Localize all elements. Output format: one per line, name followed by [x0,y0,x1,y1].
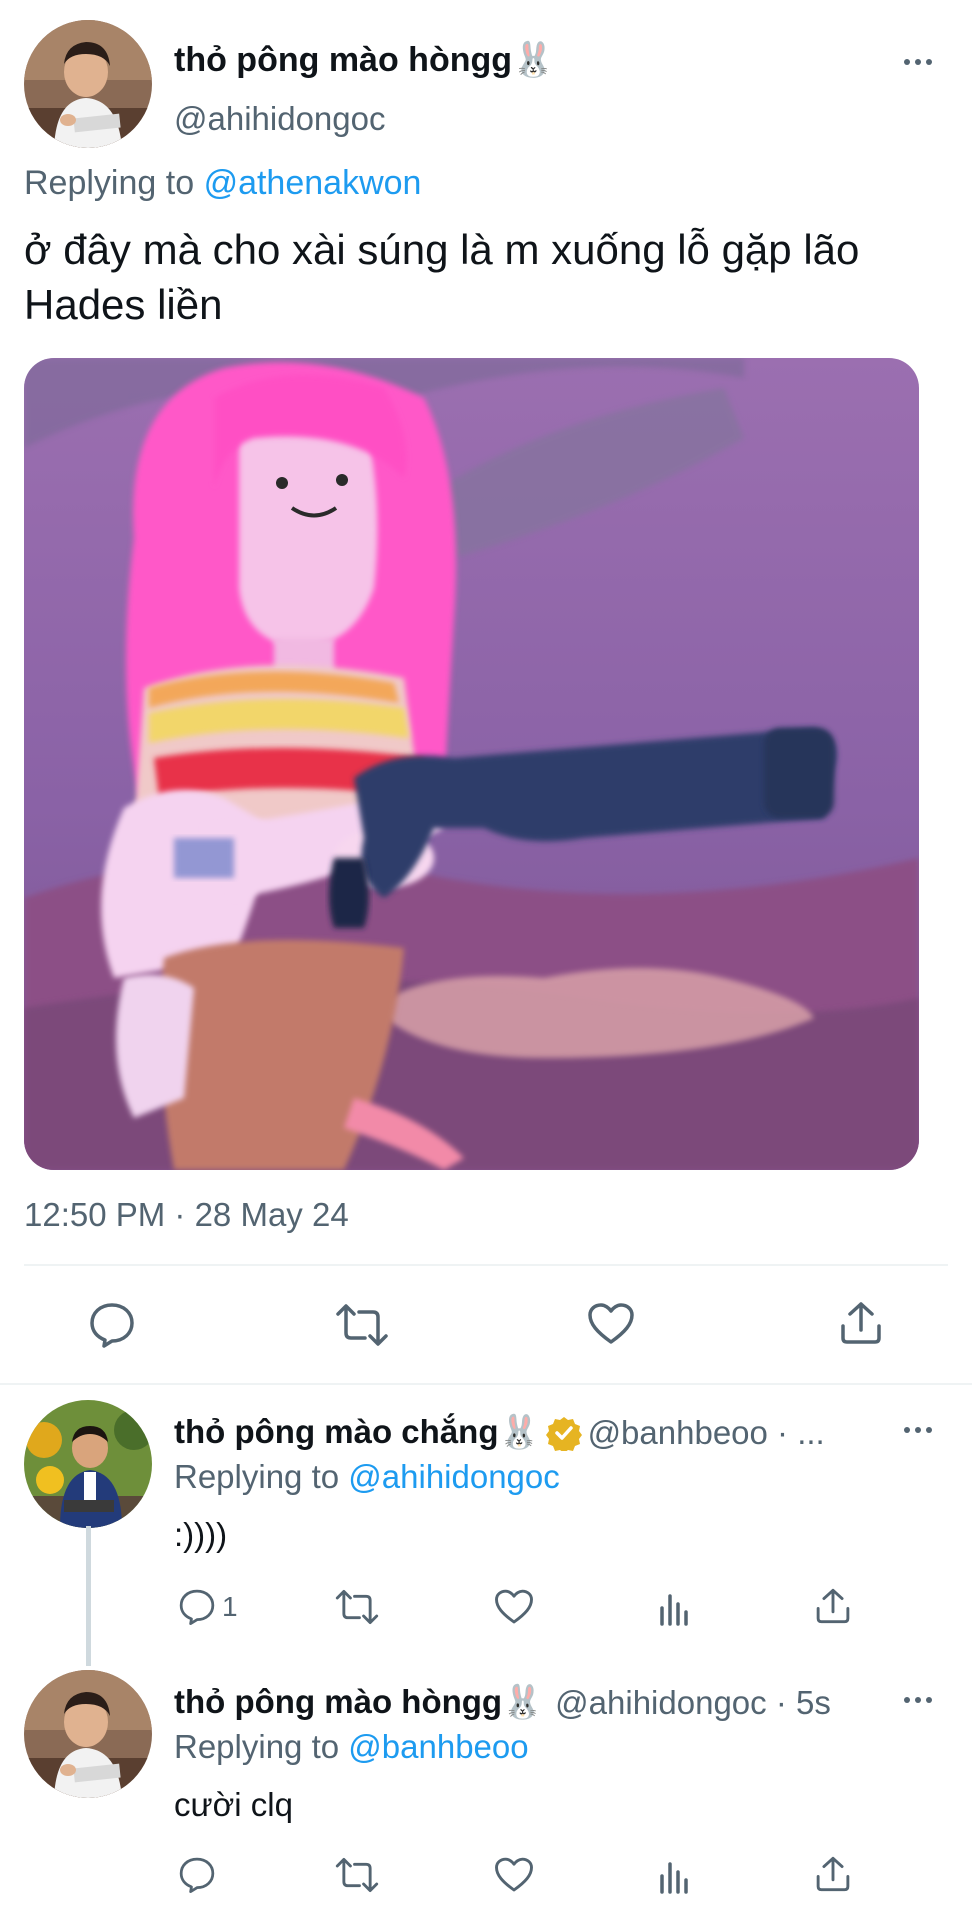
reply-author-avatar[interactable] [24,1400,152,1528]
retweet-icon[interactable] [334,1302,390,1353]
replying-to-link[interactable]: @banhbeoo [348,1728,528,1765]
reply-author-avatar[interactable] [24,1670,152,1798]
replying-prefix: Replying to [174,1728,340,1765]
reply-text: cười clq [174,1786,293,1823]
verified-badge-icon [545,1415,582,1453]
analytics-icon[interactable] [658,1588,692,1626]
share-icon[interactable] [838,1300,884,1351]
replying-prefix: Replying to [24,164,195,202]
retweet-icon[interactable] [334,1588,380,1626]
analytics-icon[interactable] [658,1856,692,1894]
tweet-text: ở đây mà cho xài súng là m xuống lỗ gặp … [24,226,860,328]
divider [24,1264,948,1266]
reply-author-handle[interactable]: @ahihidongoc · 5s [555,1684,831,1722]
reply-author-name[interactable]: thỏ pông mào hòngg🐰 [174,1683,543,1722]
reply-text: :)))) [174,1516,228,1553]
replying-to-link[interactable]: @ahihidongoc [348,1458,560,1495]
share-icon[interactable] [814,1586,852,1626]
reply-button[interactable]: 1 [178,1588,238,1626]
author-handle[interactable]: @ahihidongoc [174,100,386,138]
replying-to-line: Replying to @banhbeoo [174,1728,529,1766]
more-options-icon[interactable] [904,52,932,72]
like-icon[interactable] [587,1302,635,1351]
main-tweet: thỏ pông mào hòngg🐰 @ahihidongoc Replyin… [0,0,972,1385]
author-name[interactable]: thỏ pông mào hòngg🐰 [174,40,554,80]
reply-icon [179,1589,215,1626]
replying-prefix: Replying to [174,1458,340,1495]
like-icon[interactable] [494,1856,534,1894]
retweet-icon[interactable] [334,1856,380,1894]
replying-to-link[interactable]: @athenakwon [204,164,422,202]
reply-author-handle[interactable]: @banhbeoo · ... [588,1414,825,1452]
reply-header: thỏ pông mào chắng🐰 @banhbeoo · ... [174,1413,825,1453]
reply-icon[interactable] [178,1856,216,1894]
reply-header: thỏ pông mào hòngg🐰 @ahihidongoc · 5s [174,1683,831,1722]
share-icon[interactable] [814,1854,852,1894]
tweet-media-image[interactable] [24,358,919,1170]
reply-count: 1 [222,1591,238,1622]
author-avatar[interactable] [24,20,152,148]
thread-line [86,1526,91,1666]
reply-author-name[interactable]: thỏ pông mào chắng🐰 [174,1413,540,1452]
more-options-icon[interactable] [904,1690,932,1710]
replying-to-line: Replying to @ahihidongoc [174,1458,560,1496]
replying-to-line: Replying to @athenakwon [24,164,421,203]
divider [0,1383,972,1385]
tweet-timestamp[interactable]: 12:50 PM · 28 May 24 [24,1196,349,1234]
more-options-icon[interactable] [904,1420,932,1440]
like-icon[interactable] [494,1588,534,1626]
reply-icon[interactable] [88,1302,136,1353]
